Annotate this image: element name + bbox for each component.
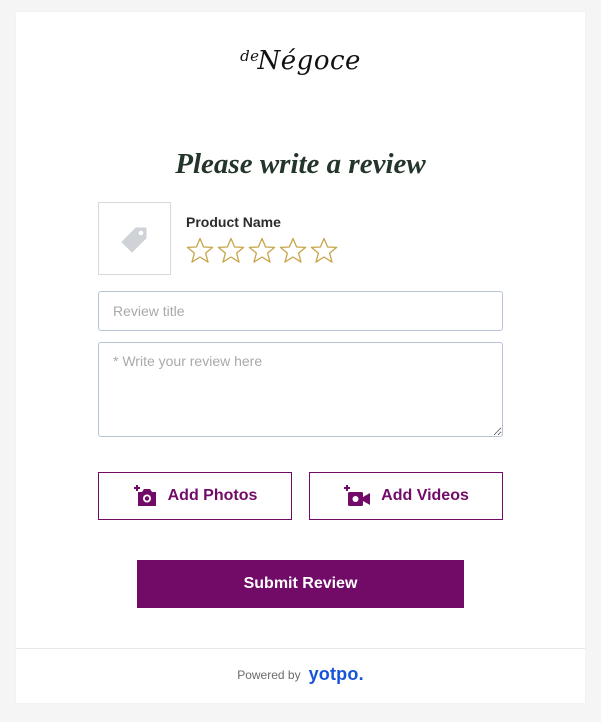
footer-divider (16, 648, 585, 649)
powered-by-text: Powered by (237, 667, 301, 682)
footer: Powered by yotpo. (16, 664, 585, 685)
store-logo: deNégoce (16, 46, 585, 76)
form-title: Please write a review (175, 148, 426, 180)
logo-name: Négoce (257, 46, 361, 76)
review-body-textarea[interactable] (98, 342, 503, 437)
star-rating (186, 237, 338, 264)
submit-review-button[interactable]: Submit Review (137, 560, 464, 608)
star-icon-3[interactable] (248, 237, 276, 264)
product-name: Product Name (186, 214, 281, 230)
star-icon-1[interactable] (186, 237, 214, 264)
star-icon-5[interactable] (310, 237, 338, 264)
product-image (98, 202, 171, 275)
add-videos-button[interactable]: Add Videos (309, 472, 503, 520)
add-photos-button[interactable]: Add Photos (98, 472, 292, 520)
video-camera-plus-icon (344, 485, 371, 506)
star-icon-4[interactable] (279, 237, 307, 264)
add-videos-label: Add Videos (381, 487, 469, 504)
add-photos-label: Add Photos (167, 487, 258, 504)
review-form-card: deNégoce Please write a review Product N… (16, 12, 585, 703)
review-title-input[interactable] (98, 291, 503, 331)
tag-icon (121, 227, 146, 252)
star-icon-2[interactable] (217, 237, 245, 264)
yotpo-logo[interactable]: yotpo. (309, 664, 364, 685)
camera-plus-icon (133, 485, 156, 506)
